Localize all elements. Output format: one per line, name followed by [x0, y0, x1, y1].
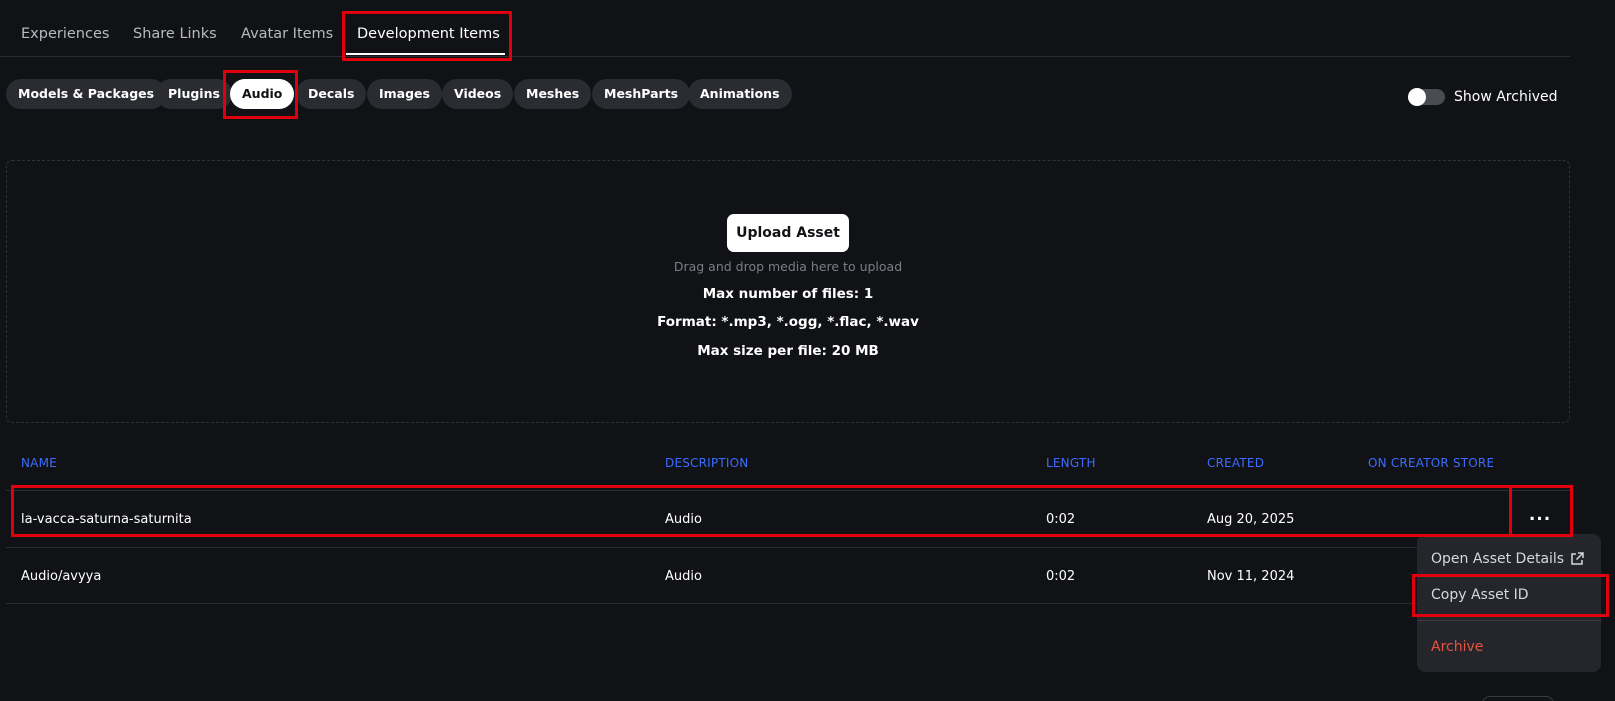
format-text: Format: *.mp3, *.ogg, *.flac, *.wav [657, 314, 919, 330]
tab-experiences[interactable]: Experiences [21, 26, 109, 42]
header-created[interactable]: CREATED [1207, 456, 1264, 470]
menu-divider [1417, 620, 1601, 621]
header-on-creator-store[interactable]: ON CREATOR STORE [1368, 456, 1494, 470]
toggle-knob [1408, 88, 1426, 106]
menu-open-asset-details[interactable]: Open Asset Details [1417, 542, 1601, 576]
cell-length: 0:02 [1046, 569, 1076, 584]
filter-images[interactable]: Images [367, 79, 442, 109]
top-tabs: Experiences Share Links Avatar Items Dev… [0, 0, 1570, 57]
filter-decals[interactable]: Decals [296, 79, 367, 109]
filter-meshes[interactable]: Meshes [514, 79, 592, 109]
cell-length: 0:02 [1046, 512, 1076, 527]
max-files-text: Max number of files: 1 [702, 286, 874, 302]
header-length[interactable]: LENGTH [1046, 456, 1096, 470]
max-size-text: Max size per file: 20 MB [697, 343, 879, 359]
active-tab-underline [346, 53, 505, 55]
cell-description: Audio [665, 512, 702, 527]
filter-audio[interactable]: Audio [230, 79, 295, 109]
menu-open-asset-details-label: Open Asset Details [1431, 551, 1565, 567]
filter-plugins[interactable]: Plugins [156, 79, 232, 109]
show-archived-label: Show Archived [1454, 89, 1558, 105]
tab-development-items[interactable]: Development Items [357, 26, 500, 42]
filter-models-packages[interactable]: Models & Packages [6, 79, 167, 109]
upload-asset-button[interactable]: Upload Asset [727, 214, 849, 252]
menu-archive[interactable]: Archive [1417, 630, 1601, 664]
show-archived-toggle[interactable] [1408, 88, 1445, 106]
cell-description: Audio [665, 569, 702, 584]
page: Experiences Share Links Avatar Items Dev… [0, 0, 1615, 701]
dropzone-hint: Drag and drop media here to upload [673, 259, 903, 274]
bottom-partial-button[interactable] [1482, 696, 1554, 701]
header-description[interactable]: DESCRIPTION [665, 456, 748, 470]
header-name[interactable]: NAME [21, 456, 57, 470]
row-more-options-button[interactable]: ... [1511, 491, 1569, 539]
filter-meshparts[interactable]: MeshParts [592, 79, 691, 109]
filter-animations[interactable]: Animations [688, 79, 792, 109]
cell-name[interactable]: la-vacca-saturna-saturnita [21, 512, 192, 527]
menu-copy-asset-id[interactable]: Copy Asset ID [1417, 578, 1601, 612]
tab-share-links[interactable]: Share Links [133, 26, 217, 42]
cell-created: Nov 11, 2024 [1207, 569, 1295, 584]
cell-name[interactable]: Audio/avyya [21, 569, 101, 584]
table-row[interactable]: Audio/avyya Audio 0:02 Nov 11, 2024 [6, 547, 1570, 604]
asset-context-menu: Open Asset Details Copy Asset ID Archive [1417, 534, 1601, 672]
tab-avatar-items[interactable]: Avatar Items [241, 26, 333, 42]
external-link-icon [1571, 552, 1584, 565]
cell-created: Aug 20, 2025 [1207, 512, 1295, 527]
table-row[interactable]: la-vacca-saturna-saturnita Audio 0:02 Au… [6, 490, 1570, 547]
upload-dropzone[interactable]: Upload Asset Drag and drop media here to… [6, 160, 1570, 423]
filter-videos[interactable]: Videos [442, 79, 514, 109]
